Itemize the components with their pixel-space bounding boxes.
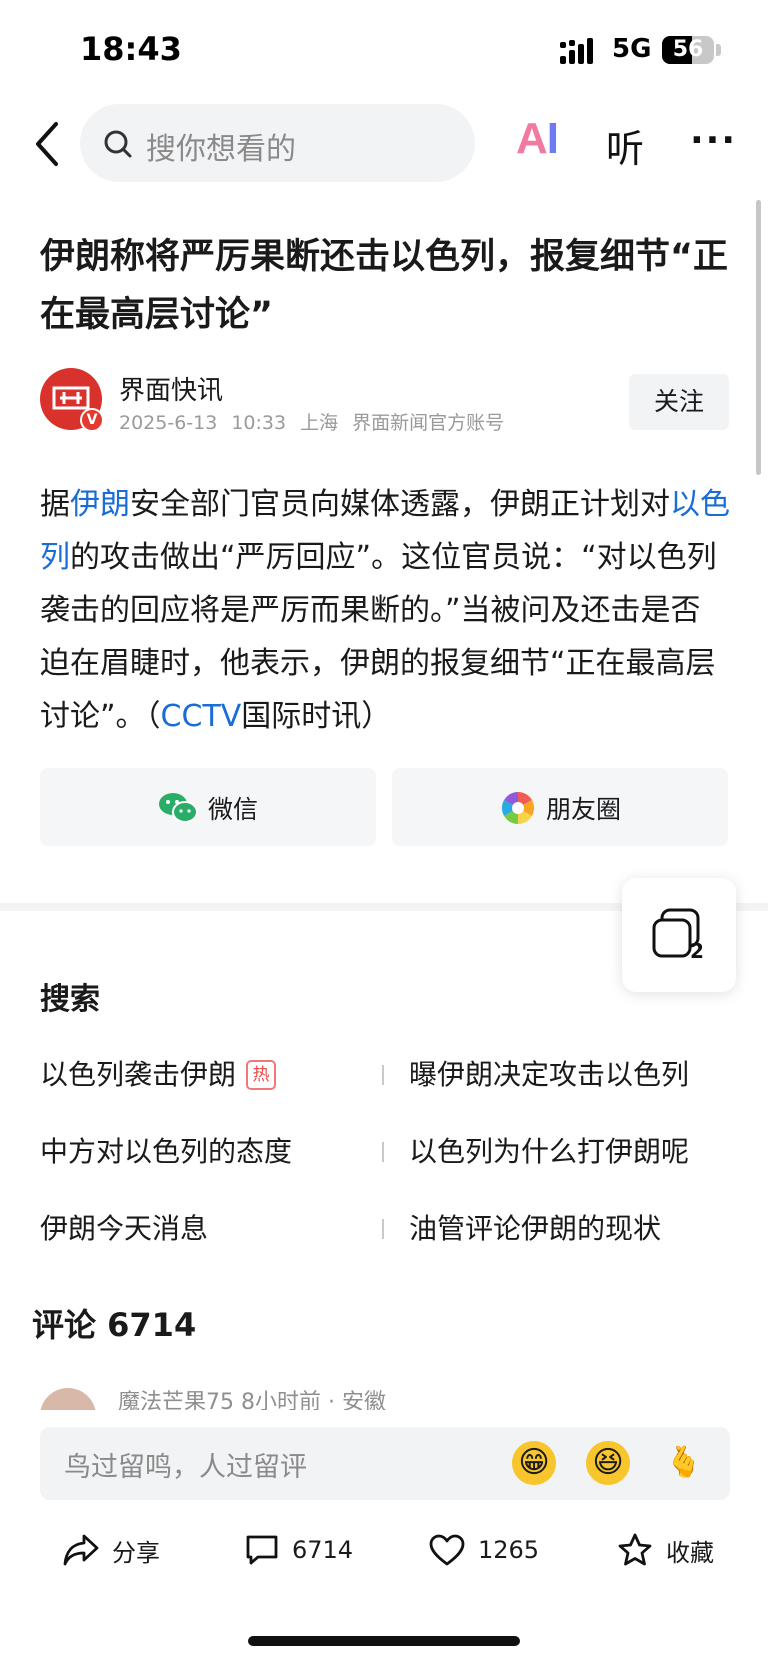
search-section-heading: 搜索: [40, 982, 100, 1017]
window-count: 2: [690, 939, 704, 962]
favorite-button[interactable]: 收藏: [616, 1528, 714, 1572]
battery-level: 56: [672, 37, 704, 62]
wechat-icon: [159, 793, 198, 823]
grid-separator: [382, 1219, 384, 1239]
share-button[interactable]: 分享: [62, 1528, 160, 1572]
share-wechat-button[interactable]: 微信: [40, 768, 376, 846]
heart-icon: [429, 1534, 465, 1566]
related-search-item[interactable]: 油管评论伊朗的现状: [409, 1204, 661, 1254]
stacked-cards-icon: 2: [652, 908, 704, 962]
publish-date: 2025-6-13: [119, 412, 218, 434]
moments-icon: [501, 791, 535, 825]
battery-icon: 56: [662, 36, 714, 64]
related-search-item[interactable]: 曝伊朗决定攻击以色列: [409, 1050, 689, 1100]
ai-letter-i: I: [546, 114, 559, 163]
comment-meta: 魔法芒果75 8小时前 · 安徽: [118, 1384, 386, 1410]
emoji-heart-hand-icon[interactable]: 🫰: [662, 1441, 706, 1485]
share-label: 分享: [112, 1538, 160, 1567]
publish-time: 10:33: [231, 412, 287, 434]
article-body: 据伊朗安全部门官员向媒体透露，伊朗正计划对以色列的攻击做出“严厉回应”。这位官员…: [40, 478, 730, 743]
comment-placeholder: 鸟过留鸣，人过留评: [64, 1452, 307, 1483]
avatar[interactable]: [40, 1388, 96, 1410]
related-search-item[interactable]: 以色列为什么打伊朗呢: [409, 1127, 689, 1177]
network-label: 5G: [612, 34, 652, 64]
comment-username: 魔法芒果75: [118, 1390, 234, 1410]
listen-button[interactable]: 听: [606, 118, 644, 173]
author-meta: 2025-6-13 10:33 上海 界面新闻官方账号: [119, 408, 518, 435]
related-search-item[interactable]: 伊朗今天消息: [40, 1204, 208, 1254]
bottom-action-bar: 分享 6714 1265 收藏: [0, 1510, 768, 1590]
article-title: 伊朗称将严厉果断还击以色列，报复细节“正在最高层讨论”: [40, 237, 729, 335]
grid-separator: [382, 1065, 384, 1085]
comment-time: 8小时前: [241, 1390, 321, 1410]
comment-location: 安徽: [341, 1390, 386, 1410]
follow-button[interactable]: 关注: [629, 374, 729, 430]
search-input[interactable]: 搜你想看的: [80, 104, 475, 182]
related-search-text: 以色列袭击伊朗: [40, 1058, 237, 1091]
body-text: 国际时讯）: [241, 699, 392, 734]
comment-item[interactable]: 魔法芒果75 8小时前 · 安徽: [40, 1384, 730, 1410]
share-moments-label: 朋友圈: [546, 795, 622, 824]
publish-location: 上海: [300, 412, 339, 434]
like-button[interactable]: 1265: [428, 1528, 539, 1572]
favorite-label: 收藏: [666, 1538, 714, 1567]
multi-window-button[interactable]: 2: [622, 878, 736, 992]
status-bar: 18:43 5G 56: [0, 0, 768, 96]
search-icon: [104, 130, 132, 158]
comment-button[interactable]: 6714: [244, 1528, 353, 1572]
top-nav-bar: 搜你想看的 AI 听 ···: [0, 100, 768, 190]
ai-button[interactable]: AI: [516, 114, 559, 164]
signal-icon: [560, 38, 593, 64]
body-text: 安全部门官员向媒体透露，伊朗正计划对: [130, 487, 670, 522]
comment-input[interactable]: 鸟过留鸣，人过留评 😁 😆 🫰: [40, 1427, 730, 1500]
related-search-item[interactable]: 以色列袭击伊朗热: [40, 1050, 277, 1100]
ai-letter-a: A: [516, 114, 548, 163]
like-count: 1265: [478, 1536, 540, 1564]
author-avatar[interactable]: V: [40, 368, 104, 432]
author-name[interactable]: 界面快讯: [119, 370, 223, 407]
home-indicator[interactable]: [248, 1636, 520, 1646]
scrollbar[interactable]: [756, 200, 761, 475]
share-row: 微信 朋友圈: [40, 768, 730, 846]
keyword-link-iran[interactable]: 伊朗: [70, 487, 130, 522]
hot-badge: 热: [246, 1060, 277, 1090]
keyword-link-cctv[interactable]: CCTV: [161, 699, 242, 734]
grid-separator: [382, 1142, 384, 1162]
share-wechat-label: 微信: [208, 795, 259, 824]
related-search-item[interactable]: 中方对以色列的态度: [40, 1127, 292, 1177]
emoji-grin-icon[interactable]: 😁: [512, 1441, 556, 1485]
emoji-laugh-icon[interactable]: 😆: [586, 1441, 630, 1485]
author-row: V 界面快讯 2025-6-13 10:33 上海 界面新闻官方账号 关注: [40, 368, 730, 435]
comment-count: 6714: [292, 1536, 354, 1564]
body-text: 据: [40, 487, 70, 522]
search-placeholder: 搜你想看的: [146, 132, 296, 167]
share-arrow-icon: [63, 1534, 99, 1566]
more-options-icon[interactable]: ···: [690, 120, 737, 161]
battery-tip: [716, 44, 721, 56]
account-type: 界面新闻官方账号: [352, 412, 505, 434]
comment-icon: [246, 1535, 278, 1565]
verified-badge: V: [80, 408, 104, 432]
comments-heading: 评论 6714: [32, 1306, 197, 1344]
star-icon: [618, 1533, 652, 1566]
back-arrow-icon[interactable]: [26, 118, 70, 170]
status-time: 18:43: [80, 30, 182, 68]
share-moments-button[interactable]: 朋友圈: [392, 768, 728, 846]
